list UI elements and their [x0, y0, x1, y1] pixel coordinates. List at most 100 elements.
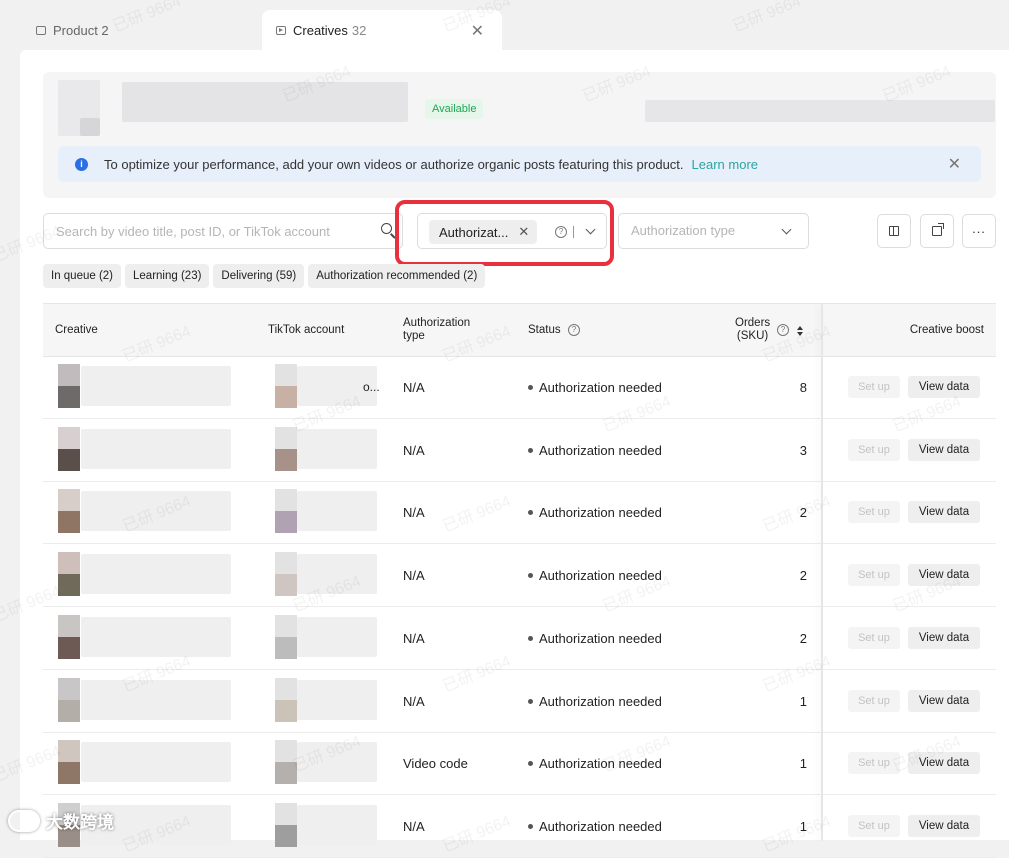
view-data-button[interactable]: View data — [908, 752, 980, 775]
account-avatar[interactable] — [275, 426, 297, 449]
account-avatar[interactable] — [275, 824, 297, 847]
product-meta-blur — [645, 100, 995, 122]
setup-button[interactable]: Set up — [848, 501, 900, 524]
tab-product[interactable]: Product 2 — [24, 10, 266, 50]
status-cell: Authorization needed — [528, 443, 662, 458]
creative-thumbnail[interactable] — [58, 489, 80, 512]
creative-thumbnail[interactable] — [58, 511, 80, 534]
creative-thumbnail[interactable] — [58, 574, 80, 597]
status-text: Authorization needed — [539, 380, 662, 395]
setup-button[interactable]: Set up — [848, 814, 900, 837]
creative-thumbnail[interactable] — [58, 364, 80, 386]
status-cell: Authorization needed — [528, 756, 662, 771]
tab-creatives[interactable]: Creatives 32 ✕ — [262, 10, 502, 50]
creative-thumbnail[interactable] — [58, 740, 80, 763]
account-avatar[interactable] — [275, 636, 297, 659]
setup-button[interactable]: Set up — [848, 689, 900, 712]
table-row: N/A Authorization needed 1 Set up View data — [43, 795, 996, 858]
creative-thumbnail[interactable] — [58, 448, 80, 471]
view-data-button[interactable]: View data — [908, 814, 980, 837]
header-orders-line1: Orders — [735, 317, 771, 329]
learn-more-link[interactable]: Learn more — [692, 157, 758, 172]
account-avatar[interactable] — [275, 511, 297, 534]
creative-thumbnail[interactable] — [58, 699, 80, 722]
account-avatar[interactable] — [275, 448, 297, 471]
account-avatar[interactable] — [275, 677, 297, 700]
pill-in-queue[interactable]: In queue (2) — [43, 264, 122, 288]
status-text: Authorization needed — [539, 630, 662, 646]
authorization-type: Video code — [403, 756, 468, 772]
creative-thumbnail[interactable] — [58, 426, 80, 449]
authorization-type-select[interactable]: Authorization type — [618, 213, 809, 249]
status-dot-icon — [528, 573, 533, 579]
columns-button[interactable] — [877, 214, 911, 248]
tab-product-label: Product 2 — [53, 22, 109, 38]
authorization-type: N/A — [403, 442, 425, 458]
view-data-button[interactable]: View data — [908, 376, 980, 398]
creative-title-blur — [81, 679, 231, 720]
pill-delivering[interactable]: Delivering (59) — [213, 264, 305, 288]
pill-authorization-recommended[interactable]: Authorization recommended (2) — [308, 264, 486, 288]
account-avatar[interactable] — [275, 552, 297, 575]
account-avatar[interactable] — [275, 574, 297, 597]
view-data-button[interactable]: View data — [908, 564, 980, 587]
setup-button[interactable]: Set up — [848, 438, 900, 461]
account-avatar[interactable] — [275, 762, 297, 785]
account-name-blur — [297, 742, 377, 783]
account-avatar[interactable] — [275, 386, 297, 408]
status-help-icon[interactable]: ? — [568, 324, 580, 336]
view-data-button[interactable]: View data — [908, 689, 980, 712]
header-orders: Orders (SKU) — [735, 317, 770, 343]
creative-thumbnail[interactable] — [58, 386, 80, 408]
account-avatar[interactable] — [275, 740, 297, 763]
orders-count: 1 — [799, 818, 807, 834]
search-icon[interactable] — [381, 223, 392, 234]
orders-count: 8 — [799, 380, 807, 395]
setup-button[interactable]: Set up — [848, 626, 900, 649]
creative-thumbnail[interactable] — [58, 762, 80, 785]
setup-button[interactable]: Set up — [848, 376, 900, 398]
header-creative-boost: Creative boost — [909, 324, 984, 336]
logo-mark-icon — [8, 809, 40, 832]
more-button[interactable]: ... — [962, 214, 996, 248]
close-banner-icon[interactable]: ✕ — [948, 154, 961, 174]
annotation-highlight — [395, 200, 614, 266]
chevron-down-icon — [781, 224, 792, 235]
close-tab-icon[interactable]: ✕ — [471, 21, 484, 41]
table-row: N/A Authorization needed 2 Set up View data — [43, 481, 996, 545]
view-data-button[interactable]: View data — [908, 501, 980, 524]
account-avatar[interactable] — [275, 699, 297, 722]
account-avatar[interactable] — [275, 489, 297, 512]
table-header: Creative TikTok account Authorization ty… — [43, 304, 996, 357]
orders-count: 2 — [799, 630, 807, 646]
status-text: Authorization needed — [539, 442, 662, 458]
setup-button[interactable]: Set up — [848, 564, 900, 587]
account-avatar[interactable] — [275, 364, 297, 386]
creative-title-blur — [81, 491, 231, 532]
brand-logo: 大数跨境 — [8, 808, 114, 833]
orders-count: 1 — [799, 756, 807, 772]
account-avatar[interactable] — [275, 614, 297, 637]
creative-thumbnail[interactable] — [58, 677, 80, 700]
search-input[interactable] — [54, 222, 378, 240]
creative-thumbnail[interactable] — [58, 552, 80, 575]
creative-thumbnail[interactable] — [58, 636, 80, 659]
tab-creatives-label: Creatives — [293, 22, 348, 38]
export-button[interactable] — [920, 214, 954, 248]
status-dot-icon — [528, 698, 533, 704]
account-name-blur — [297, 616, 377, 657]
table-row: N/A Authorization needed 1 Set up View data — [43, 670, 996, 733]
sticky-column-divider — [821, 304, 823, 841]
setup-button[interactable]: Set up — [848, 752, 900, 775]
view-data-button[interactable]: View data — [908, 438, 980, 461]
search-box — [43, 213, 403, 249]
creative-thumbnail[interactable] — [58, 614, 80, 637]
table-row: N/A Authorization needed 3 Set up View data — [43, 419, 996, 482]
orders-help-icon[interactable]: ? — [777, 324, 789, 336]
pill-learning[interactable]: Learning (23) — [125, 264, 210, 288]
account-avatar[interactable] — [275, 802, 297, 825]
authorization-type-placeholder: Authorization type — [631, 223, 736, 238]
status-cell: Authorization needed — [528, 819, 662, 834]
view-data-button[interactable]: View data — [908, 626, 980, 649]
table-row: Video code Authorization needed 1 Set up Vie… — [43, 732, 996, 796]
